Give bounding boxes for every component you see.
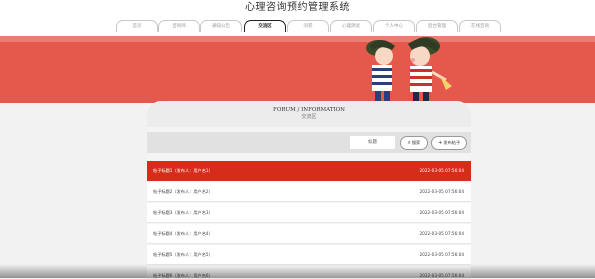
nav-item-online-consult[interactable]: 在线咨询: [459, 20, 501, 32]
post-time: 2022-03-05 07:56:04: [419, 189, 464, 194]
forum-header: FORUM / INFORMATION 交流区: [147, 101, 471, 127]
nav-item-profile[interactable]: 个人中心: [373, 20, 415, 32]
nav-item-admin[interactable]: 后台管理: [416, 20, 458, 32]
post-title[interactable]: 帖子标题3（发布人：用户名3）: [153, 203, 213, 222]
forum-toolbar: 标题 ⌕搜索 +发布帖子: [147, 132, 471, 153]
nav-item-forum[interactable]: 交流区: [244, 20, 286, 32]
post-row[interactable]: 帖子标题5（发布人：用户名5） 2022-03-05 07:56:04: [147, 245, 471, 265]
site-title: 心理咨询预约管理系统: [245, 2, 350, 13]
nav-item-home[interactable]: 首页: [116, 20, 158, 32]
search-button-label: 搜索: [411, 140, 421, 145]
nav-item-psych-test[interactable]: 心理测试: [330, 20, 372, 32]
nav-item-survey[interactable]: 问卷: [287, 20, 329, 32]
search-input[interactable]: 标题: [350, 136, 395, 149]
post-title[interactable]: 帖子标题2（发布人：用户名2）: [153, 182, 213, 201]
post-row[interactable]: 帖子标题3（发布人：用户名3） 2022-03-05 07:56:04: [147, 203, 471, 223]
bottom-shadow: [0, 264, 595, 278]
new-post-button-label: 发布帖子: [443, 140, 461, 145]
hero-banner: [0, 36, 595, 103]
post-title[interactable]: 帖子标题1（发布人：用户名1）: [153, 161, 213, 180]
nav-item-notices[interactable]: 通知公告: [200, 20, 242, 32]
post-title[interactable]: 帖子标题4（发布人：用户名4）: [153, 224, 213, 243]
nav-item-counselors[interactable]: 咨询师: [158, 20, 200, 32]
post-row[interactable]: 帖子标题4（发布人：用户名4） 2022-03-05 07:56:04: [147, 224, 471, 244]
search-icon: ⌕: [407, 140, 411, 146]
search-button[interactable]: ⌕搜索: [400, 136, 428, 150]
post-time: 2022-03-05 07:56:04: [419, 231, 464, 236]
post-time: 2022-03-05 07:56:04: [419, 252, 464, 257]
post-row[interactable]: 帖子标题1（发布人：用户名1） 2022-03-05 07:56:04: [147, 161, 471, 181]
post-time: 2022-03-05 07:56:04: [419, 168, 464, 173]
post-row[interactable]: 帖子标题2（发布人：用户名2） 2022-03-05 07:56:04: [147, 182, 471, 202]
post-time: 2022-03-05 07:56:04: [419, 210, 464, 215]
couple-illustration: [366, 37, 452, 103]
new-post-button[interactable]: +发布帖子: [431, 136, 467, 150]
post-title[interactable]: 帖子标题5（发布人：用户名5）: [153, 245, 213, 264]
forum-title-cn: 交流区: [301, 114, 317, 120]
plus-icon: +: [437, 140, 443, 146]
forum-title-en: FORUM / INFORMATION: [273, 107, 345, 113]
main-nav: 首页 咨询师 通知公告 交流区 问卷 心理测试 个人中心 后台管理 在线咨询: [0, 20, 595, 33]
header: 心理咨询预约管理系统 首页 咨询师 通知公告 交流区 问卷 心理测试 个人中心 …: [0, 0, 595, 36]
